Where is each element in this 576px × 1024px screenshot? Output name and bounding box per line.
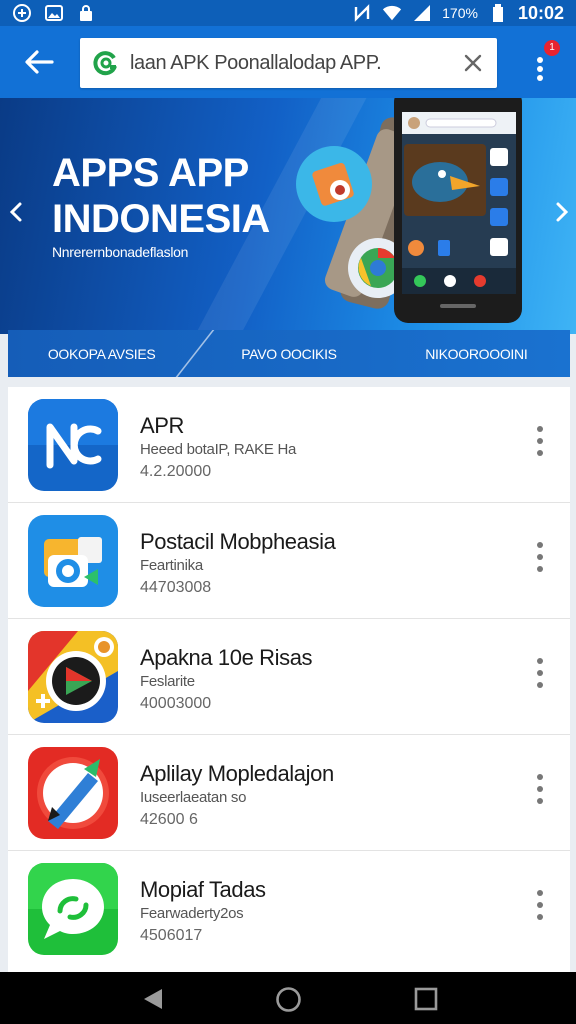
banner-title: APPS APP INDONESIA (52, 150, 312, 242)
tab-category-1[interactable]: OOKOPA AVSIES (8, 346, 195, 362)
app-list: APR Heeed botaIP, RAKE Ha 4.2.20000 Post… (8, 387, 570, 972)
chevron-right-icon[interactable] (552, 198, 572, 226)
app-icon-chat (28, 863, 118, 955)
battery-percent: 170% (442, 5, 478, 21)
banner-subtitle: Nnrerernbonadeflaslon (52, 244, 189, 260)
app-name: Postacil Mobpheasia (140, 529, 336, 554)
list-item[interactable]: Postacil Mobpheasia Feartinika 44703008 (8, 503, 570, 619)
status-bar: 170% 10:02 (0, 0, 576, 26)
chevron-left-icon[interactable] (6, 198, 26, 226)
app-install-count: 42600 6 (140, 811, 198, 828)
app-developer: Heeed botaIP, RAKE Ha (140, 441, 297, 458)
app-name: APR (140, 413, 185, 438)
back-arrow-icon[interactable] (22, 48, 56, 76)
nfc-icon (352, 4, 372, 22)
category-tab-strip: OOKOPA AVSIES PAVO OOCIKIS NIKOOROOOINI (8, 330, 570, 377)
app-icon-play (28, 631, 118, 723)
google-search-icon (92, 49, 120, 77)
app-install-count: 40003000 (140, 695, 212, 712)
banner-phone-illustration (290, 98, 540, 334)
banner-title-line2: INDONESIA (52, 197, 270, 241)
vpn-icon (12, 4, 32, 22)
nav-recents-icon[interactable] (414, 987, 438, 1011)
nav-home-icon[interactable] (275, 986, 302, 1013)
search-bar[interactable]: laan APK Poonallalodap APP. (80, 38, 497, 88)
app-icon-nc (28, 399, 118, 491)
app-developer: Iuseerlaeatan so (140, 789, 247, 806)
promo-banner[interactable]: APPS APP INDONESIA Nnrerernbonadeflaslon (0, 98, 576, 334)
more-vert-icon[interactable] (530, 423, 550, 459)
more-vert-icon[interactable] (530, 771, 550, 807)
gallery-icon (44, 4, 64, 22)
app-developer: Feslarite (140, 673, 195, 690)
app-name: Mopiaf Tadas (140, 877, 266, 902)
nav-back-icon[interactable] (140, 986, 166, 1012)
list-item[interactable]: Aplilay Mopledalajon Iuseerlaeatan so 42… (8, 735, 570, 851)
app-install-count: 4.2.20000 (140, 463, 212, 480)
clock: 10:02 (517, 2, 564, 23)
more-vert-icon[interactable] (530, 887, 550, 923)
more-vert-icon[interactable] (530, 539, 550, 575)
banner-title-line1: APPS APP (52, 151, 249, 195)
app-install-count: 4506017 (140, 927, 203, 944)
lock-icon (76, 4, 96, 22)
app-bar: laan APK Poonallalodap APP. 1 (0, 26, 576, 98)
search-input[interactable]: laan APK Poonallalodap APP. (130, 52, 461, 75)
signal-icon (412, 4, 432, 22)
notification-badge: 1 (544, 40, 560, 56)
list-item[interactable]: Mopiaf Tadas Fearwaderty2os 4506017 (8, 851, 570, 967)
system-nav-bar (0, 972, 576, 1024)
app-name: Aplilay Mopledalajon (140, 761, 334, 786)
app-developer: Fearwaderty2os (140, 905, 244, 922)
list-item[interactable]: Apakna 10e Risas Feslarite 40003000 (8, 619, 570, 735)
app-icon-pen (28, 747, 118, 839)
list-item[interactable]: APR Heeed botaIP, RAKE Ha 4.2.20000 (8, 387, 570, 503)
close-icon[interactable] (461, 51, 485, 75)
app-install-count: 44703008 (140, 579, 212, 596)
wifi-icon (382, 4, 402, 22)
app-icon-camera (28, 515, 118, 607)
phone-screen: 170% 10:02 laan APK Poonallalodap APP. 1 (0, 0, 576, 1024)
tab-category-3[interactable]: NIKOOROOOINI (383, 346, 570, 362)
tab-category-2[interactable]: PAVO OOCIKIS (195, 346, 382, 362)
more-vert-icon[interactable] (530, 655, 550, 691)
battery-icon (488, 4, 508, 22)
app-name: Apakna 10e Risas (140, 645, 313, 670)
app-developer: Feartinika (140, 557, 203, 574)
